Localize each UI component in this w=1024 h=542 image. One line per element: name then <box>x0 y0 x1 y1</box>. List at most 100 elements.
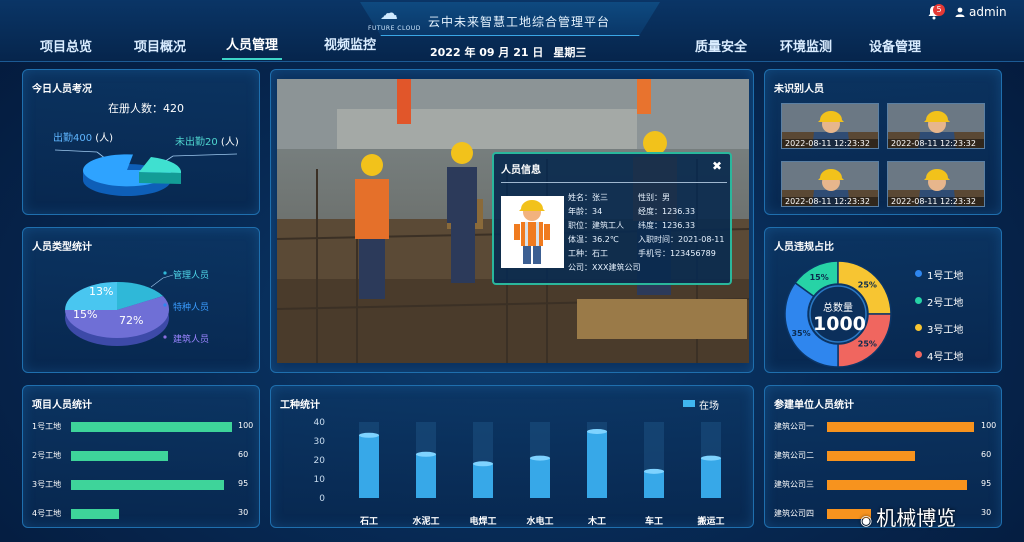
legend-dot <box>915 297 922 304</box>
info-field: 手机号：123456789 <box>638 249 716 258</box>
bar-value: 100 <box>981 421 997 430</box>
legend-dot <box>915 324 922 331</box>
panel-title: 参建单位人员统计 <box>774 400 854 411</box>
nav-project-overview[interactable]: 项目总览 <box>40 36 92 55</box>
y-tick-label: 40 <box>314 418 326 428</box>
violation-panel: 人员违规占比 15% 25% 25% 35% 总数量 1000 1号工地 2号工地 3号工… <box>764 227 1002 373</box>
bar-cap <box>416 451 436 457</box>
info-field: 职位：建筑工人 <box>568 221 624 230</box>
bar-cap <box>530 455 550 461</box>
bar-cap <box>644 468 664 474</box>
bar-fill <box>827 422 974 432</box>
trade-stats-panel: 工种统计 在场 40 30 20 10 0 石工 水泥工 电焊工 水电工 木工 车工 搬运工 <box>270 385 754 528</box>
unrecognized-snapshot[interactable]: 2022-08-11 12:23:32 <box>781 161 879 207</box>
weekday-text: 星期三 <box>553 46 587 59</box>
absent-slice <box>139 157 182 173</box>
bar-fill <box>71 451 168 461</box>
bar-fill <box>71 509 119 519</box>
unrecognized-snapshot[interactable]: 2022-08-11 12:23:32 <box>887 161 985 207</box>
panel-title: 项目人员统计 <box>32 400 92 411</box>
weibo-icon: ◉ <box>860 513 873 529</box>
nav-personnel[interactable]: 人员管理 <box>221 34 283 60</box>
donut-center-label: 总数量 <box>823 303 853 314</box>
bar-水泥工 <box>416 454 436 498</box>
attendance-pie <box>54 149 238 196</box>
bar-搬运工 <box>701 458 721 498</box>
date-display: 2022 年 09 月 21 日星期三 <box>430 44 596 60</box>
notification-badge: 5 <box>933 4 945 16</box>
bar-cap <box>587 429 607 434</box>
bar-电焊工 <box>473 463 493 498</box>
donut-slice-label: 15% <box>810 273 829 282</box>
watermark-text: 机械博览 <box>876 506 957 530</box>
watermark: ◉ 机械博览 <box>860 502 956 531</box>
y-tick-label: 30 <box>314 437 326 447</box>
slice-label-special: 15% <box>73 308 98 321</box>
legend-label: 1号工地 <box>927 271 964 282</box>
bar-value: 100 <box>238 421 254 430</box>
info-field: 年龄：34 <box>568 207 603 216</box>
x-tick-label: 木工 <box>587 515 606 527</box>
top-header: ☁ FUTURE CLOUD 云中未来智慧工地综合管理平台 项目总览 项目概况 … <box>0 0 1024 62</box>
bar-label: 建筑公司一 <box>774 422 814 431</box>
donut-slice-label: 25% <box>858 281 877 290</box>
bar-fill <box>827 451 915 461</box>
x-tick-label: 车工 <box>645 515 663 527</box>
unrecognized-snapshot[interactable]: 2022-08-11 12:23:32 <box>887 103 985 149</box>
donut-slice-label: 35% <box>791 329 810 338</box>
legend-dot <box>915 270 922 277</box>
info-field: 姓名：张三 <box>568 193 608 202</box>
cloud-icon: ☁ <box>380 3 398 24</box>
bar-label: 建筑公司二 <box>774 451 814 460</box>
unrecognized-panel: 未识别人员 2022-08-11 12:23:32 2022-08-11 12:2… <box>764 69 1002 215</box>
legend-label: 3号工地 <box>927 325 964 336</box>
project-personnel-panel: 项目人员统计 1号工地 100 2号工地 60 3号工地 95 4号工地 30 <box>22 385 260 528</box>
bar-label: 3号工地 <box>32 480 62 489</box>
worker-avatar <box>501 196 564 268</box>
donut-slice-label: 25% <box>858 339 877 348</box>
x-tick-label: 水电工 <box>526 515 553 527</box>
date-text: 2022 年 09 月 21 日 <box>430 46 544 59</box>
user-menu[interactable]: admin <box>955 5 1007 19</box>
info-field: 性别：男 <box>638 193 670 202</box>
bar-cap <box>473 461 493 467</box>
bar-label: 1号工地 <box>32 422 62 431</box>
legend-dot <box>915 351 922 358</box>
info-field: 工种：石工 <box>568 249 608 258</box>
info-field: 入职时间：2021-08-11 <box>638 235 725 244</box>
bar-cap <box>359 432 379 438</box>
legend-construction: 建筑人员 <box>173 335 210 345</box>
snapshot-time: 2022-08-11 12:23:32 <box>888 139 984 148</box>
nav-video[interactable]: 视频监控 <box>324 34 376 53</box>
bar-fill <box>827 480 967 490</box>
unrecognized-snapshot[interactable]: 2022-08-11 12:23:32 <box>781 103 879 149</box>
x-tick-label: 电焊工 <box>469 515 496 527</box>
trade-bar-chart: 40 30 20 10 0 石工 水泥工 电焊工 水电工 木工 车工 搬运工 <box>314 418 725 527</box>
bar-value: 95 <box>238 479 249 488</box>
personnel-info-popup: 人员信息 ✖ 姓名：张三 性别：男 年龄：34 经度：1236.33 职位：建筑工人 纬度… <box>492 152 732 285</box>
popup-divider <box>501 182 727 183</box>
nav-quality[interactable]: 质量安全 <box>695 36 747 55</box>
panel-title: 未识别人员 <box>774 84 824 95</box>
donut-center-value: 1000 <box>813 313 866 335</box>
bar-水电工 <box>530 458 550 498</box>
bar-label: 2号工地 <box>32 451 62 460</box>
username: admin <box>969 5 1007 19</box>
app-logo: ☁ FUTURE CLOUD <box>368 5 420 35</box>
bar-value: 95 <box>981 479 992 488</box>
nav-environment[interactable]: 环境监测 <box>780 36 832 55</box>
legend-label: 2号工地 <box>927 298 964 309</box>
slice-label-construction: 72% <box>119 314 144 327</box>
snapshot-time: 2022-08-11 12:23:32 <box>782 197 878 206</box>
bar-cap <box>701 455 721 461</box>
legend-label: 4号工地 <box>927 352 964 363</box>
y-tick-label: 20 <box>314 456 326 466</box>
close-icon[interactable]: ✖ <box>712 159 722 173</box>
nav-equipment[interactable]: 设备管理 <box>869 36 921 55</box>
bar-label: 建筑公司三 <box>774 480 814 489</box>
bar-石工 <box>359 435 379 498</box>
bar-label: 4号工地 <box>32 509 62 518</box>
bar-fill <box>71 422 232 432</box>
nav-project-summary[interactable]: 项目概况 <box>134 36 186 55</box>
bar-车工 <box>644 471 664 498</box>
